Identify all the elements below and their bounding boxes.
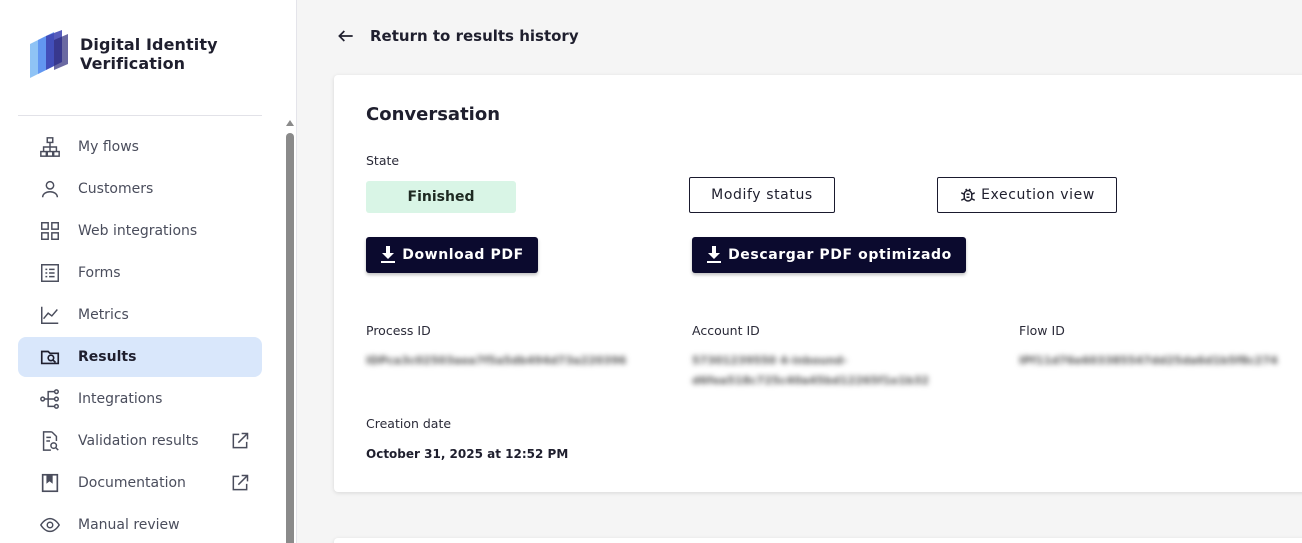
download-pdf-label: Download PDF (402, 247, 524, 263)
download-icon (707, 246, 722, 263)
integrations-icon (38, 387, 62, 411)
eye-icon (38, 513, 62, 537)
creation-date-value: October 31, 2025 at 12:52 PM (366, 447, 569, 461)
book-icon (38, 471, 62, 495)
account-id-value: 57301239550 4-inbound- d6fea518c725c40a4… (692, 351, 929, 391)
state-label: State (366, 153, 400, 168)
list-form-icon (38, 261, 62, 285)
bug-icon (961, 188, 976, 202)
person-icon (38, 177, 62, 201)
sidebar: Digital Identity Verification My flows C… (0, 0, 297, 543)
process-id-label: Process ID (366, 323, 431, 338)
brand-line-2: Verification (80, 54, 186, 73)
account-id-value-line-1: 57301239550 4-inbound- (692, 354, 848, 367)
external-link-icon[interactable] (230, 431, 250, 451)
sidebar-item-my-flows[interactable]: My flows (18, 127, 262, 167)
download-optimized-label: Descargar PDF optimizado (728, 247, 952, 263)
flow-id-label: Flow ID (1019, 323, 1065, 338)
sidebar-item-label: Forms (78, 265, 121, 281)
download-optimized-pdf-button[interactable]: Descargar PDF optimizado (692, 237, 966, 273)
sidebar-item-results[interactable]: Results (18, 337, 262, 377)
modify-status-button[interactable]: Modify status (689, 177, 835, 213)
sidebar-item-validation-results[interactable]: Validation results (18, 421, 262, 461)
sidebar-item-forms[interactable]: Forms (18, 253, 262, 293)
folder-search-icon (38, 345, 62, 369)
account-id-value-line-2: d6fea518c725c40a45bd12265f1e1b32 (692, 374, 929, 387)
sidebar-item-label: Validation results (78, 433, 199, 449)
sidebar-item-manual-review[interactable]: Manual review (18, 505, 262, 543)
scroll-thumb[interactable] (286, 133, 294, 543)
arrow-left-icon (338, 30, 353, 42)
flow-tree-icon (38, 135, 62, 159)
document-search-icon (38, 429, 62, 453)
download-icon (381, 246, 396, 263)
conversation-card: Conversation State Finished Modify statu… (334, 75, 1302, 492)
sidebar-item-customers[interactable]: Customers (18, 169, 262, 209)
status-badge: Finished (366, 181, 516, 213)
sidebar-item-label: My flows (78, 139, 139, 155)
divider (18, 115, 262, 116)
sidebar-item-label: Web integrations (78, 223, 198, 239)
card-title: Conversation (366, 104, 501, 125)
download-pdf-button[interactable]: Download PDF (366, 237, 538, 273)
scroll-up-arrow-icon[interactable] (286, 120, 294, 126)
execution-view-button[interactable]: Execution view (937, 177, 1117, 213)
external-link-icon[interactable] (230, 473, 250, 493)
secondary-card (334, 538, 1302, 543)
account-id-label: Account ID (692, 323, 760, 338)
sidebar-item-label: Integrations (78, 391, 163, 407)
sidebar-nav: My flows Customers Web integrations Form… (18, 127, 262, 543)
sidebar-scrollbar[interactable] (285, 120, 295, 543)
sidebar-item-web-integrations[interactable]: Web integrations (18, 211, 262, 251)
creation-date-label: Creation date (366, 416, 452, 431)
chart-line-icon (38, 303, 62, 327)
sidebar-item-label: Manual review (78, 517, 180, 533)
brand[interactable]: Digital Identity Verification (28, 30, 218, 78)
back-to-results-link[interactable]: Return to results history (336, 26, 579, 46)
flow-id-value: IPf11d76e603385547dd25da6d1b5f8c274 (1019, 354, 1278, 367)
grid-icon (38, 219, 62, 243)
process-id-value: IDPca3c02503aea7f5a5db494d73a220396 (366, 354, 627, 367)
sidebar-item-label: Metrics (78, 307, 129, 323)
brand-logo-icon (30, 30, 68, 78)
sidebar-item-documentation[interactable]: Documentation (18, 463, 262, 503)
sidebar-item-label: Documentation (78, 475, 186, 491)
sidebar-item-label: Results (78, 349, 137, 365)
back-link-label: Return to results history (370, 27, 579, 45)
sidebar-item-label: Customers (78, 181, 154, 197)
sidebar-item-metrics[interactable]: Metrics (18, 295, 262, 335)
execution-view-label: Execution view (981, 187, 1095, 203)
brand-line-1: Digital Identity (80, 35, 218, 54)
brand-name: Digital Identity Verification (80, 35, 218, 73)
modify-status-label: Modify status (711, 187, 813, 203)
sidebar-item-integrations[interactable]: Integrations (18, 379, 262, 419)
